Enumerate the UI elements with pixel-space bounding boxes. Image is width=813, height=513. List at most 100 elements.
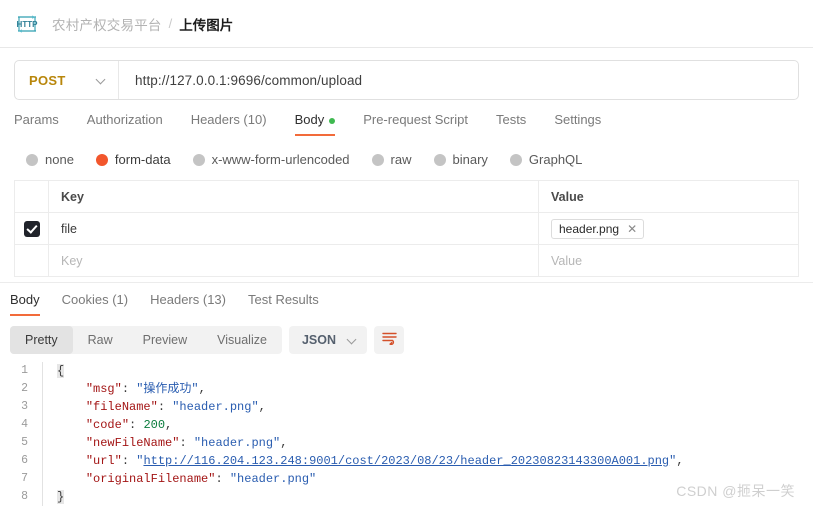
line-number: 8 — [21, 490, 28, 503]
request-tabs: Params Authorization Headers (10) Body P… — [0, 100, 813, 136]
breadcrumb-bar: HTTP 农村产权交易平台 / 上传图片 — [0, 0, 813, 48]
radio-x-www-form-urlencoded-icon — [192, 153, 205, 166]
placeholder-key-input[interactable]: Key — [49, 245, 539, 276]
url-bar-row: POST http://127.0.0.1:9696/common/upload — [0, 48, 813, 100]
json-key-originalfilename: "originalFilename" — [85, 472, 216, 486]
method-dropdown[interactable]: POST — [15, 61, 119, 99]
json-line: 4 "code": 200, — [0, 416, 813, 434]
http-protocol-icon: HTTP — [14, 14, 40, 34]
table-row: file header.png ✕ — [15, 213, 798, 245]
radio-none-icon — [26, 153, 38, 166]
response-tab-cookies[interactable]: Cookies (1) — [62, 292, 128, 316]
method-label: POST — [29, 72, 66, 88]
form-data-table: Key Value file header.png ✕ Key Value — [14, 180, 799, 277]
breadcrumb-parent[interactable]: 农村产权交易平台 — [52, 14, 162, 34]
json-close-brace: } — [57, 490, 65, 504]
line-number: 4 — [21, 418, 28, 431]
radio-raw-label: raw — [390, 152, 412, 167]
view-mode-visualize[interactable]: Visualize — [202, 326, 282, 354]
json-code: { — [42, 362, 813, 380]
view-mode-preview[interactable]: Preview — [128, 326, 202, 354]
breadcrumb-separator: / — [168, 16, 173, 31]
tab-params[interactable]: Params — [14, 112, 59, 136]
json-line: 5 "newFileName": "header.png", — [0, 434, 813, 452]
json-line: 2 "msg": "操作成功", — [0, 380, 813, 398]
radio-form-data-icon — [95, 153, 108, 166]
json-code: "url": "http://116.204.123.248:9001/cost… — [42, 452, 813, 470]
json-key-code: "code" — [85, 418, 130, 432]
json-value-msg: "操作成功" — [136, 382, 199, 396]
tab-settings[interactable]: Settings — [554, 112, 601, 136]
row-checkbox-cell[interactable] — [15, 213, 49, 244]
radio-graphql[interactable]: GraphQL — [509, 152, 583, 167]
radio-raw[interactable]: raw — [371, 152, 412, 167]
close-icon[interactable]: ✕ — [627, 223, 637, 235]
json-comma: , — [280, 436, 288, 450]
line-number: 7 — [21, 472, 28, 485]
json-open-brace: { — [57, 364, 65, 378]
checkbox-checked-icon[interactable] — [23, 220, 40, 237]
tab-params-label: Params — [14, 112, 59, 127]
body-modified-dot-icon — [329, 117, 336, 124]
radio-form-data-label: form-data — [114, 152, 171, 167]
placeholder-checkbox-cell[interactable] — [15, 245, 49, 276]
view-mode-raw[interactable]: Raw — [73, 326, 128, 354]
column-header-value: Value — [551, 189, 584, 204]
line-number: 2 — [21, 382, 28, 395]
radio-graphql-label: GraphQL — [528, 152, 583, 167]
json-colon: : — [129, 418, 144, 432]
placeholder-value-input[interactable]: Value — [539, 245, 798, 276]
svg-text:HTTP: HTTP — [17, 20, 39, 29]
radio-none[interactable]: none — [26, 152, 74, 167]
table-header-row: Key Value — [15, 181, 798, 213]
json-line: 3 "fileName": "header.png", — [0, 398, 813, 416]
tab-body[interactable]: Body — [294, 112, 336, 136]
response-tab-body-label: Body — [10, 292, 40, 307]
json-value-filename: "header.png" — [172, 400, 259, 414]
json-value-originalfilename: "header.png" — [229, 472, 317, 486]
json-comma: , — [165, 418, 173, 432]
view-mode-pretty[interactable]: Pretty — [10, 326, 73, 354]
radio-form-data[interactable]: form-data — [95, 152, 171, 167]
json-line: 1 { — [0, 362, 813, 380]
row-key-input[interactable]: file — [49, 213, 539, 244]
response-tab-test-results[interactable]: Test Results — [248, 292, 319, 316]
wrap-lines-button[interactable] — [374, 326, 404, 354]
view-mode-group: Pretty Raw Preview Visualize — [10, 326, 282, 354]
json-code: "newFileName": "header.png", — [42, 434, 813, 452]
json-code: "code": 200, — [42, 416, 813, 434]
tab-authorization[interactable]: Authorization — [87, 112, 163, 136]
watermark: CSDN @㧜呆一笑 — [676, 483, 795, 499]
tab-tests-label: Tests — [495, 112, 527, 127]
json-key-newfilename: "newFileName" — [85, 436, 180, 450]
json-colon: : — [215, 472, 230, 486]
radio-binary[interactable]: binary — [433, 152, 488, 167]
url-input[interactable]: http://127.0.0.1:9696/common/upload — [119, 73, 362, 88]
radio-x-www-form-urlencoded-label: x-www-form-urlencoded — [211, 152, 350, 167]
json-value-code: 200 — [143, 418, 166, 432]
response-tab-body[interactable]: Body — [10, 292, 40, 316]
json-key-filename: "fileName" — [85, 400, 158, 414]
response-format-label: JSON — [301, 333, 336, 347]
json-comma: , — [258, 400, 266, 414]
json-comma: , — [676, 454, 684, 468]
row-value-cell[interactable]: header.png ✕ — [539, 213, 798, 244]
radio-none-label: none — [45, 152, 74, 167]
chevron-down-icon — [348, 336, 357, 345]
json-value-url-link[interactable]: http://116.204.123.248:9001/cost/2023/08… — [143, 454, 669, 468]
radio-x-www-form-urlencoded[interactable]: x-www-form-urlencoded — [192, 152, 350, 167]
response-format-dropdown[interactable]: JSON — [288, 326, 367, 354]
file-chip[interactable]: header.png ✕ — [551, 218, 645, 239]
breadcrumb-current: 上传图片 — [179, 17, 234, 33]
column-header-key: Key — [49, 181, 539, 212]
line-number: 3 — [21, 400, 28, 413]
line-number: 1 — [21, 364, 28, 377]
tab-pre-request-script[interactable]: Pre-request Script — [363, 112, 468, 136]
tab-pre-request-script-label: Pre-request Script — [363, 112, 468, 127]
response-tab-cookies-label: Cookies (1) — [61, 292, 129, 307]
tab-headers[interactable]: Headers (10) — [191, 112, 267, 136]
json-code: "msg": "操作成功", — [42, 380, 813, 398]
response-tab-headers[interactable]: Headers (13) — [150, 292, 226, 316]
tab-tests[interactable]: Tests — [496, 112, 526, 136]
json-key-url: "url" — [85, 454, 122, 468]
